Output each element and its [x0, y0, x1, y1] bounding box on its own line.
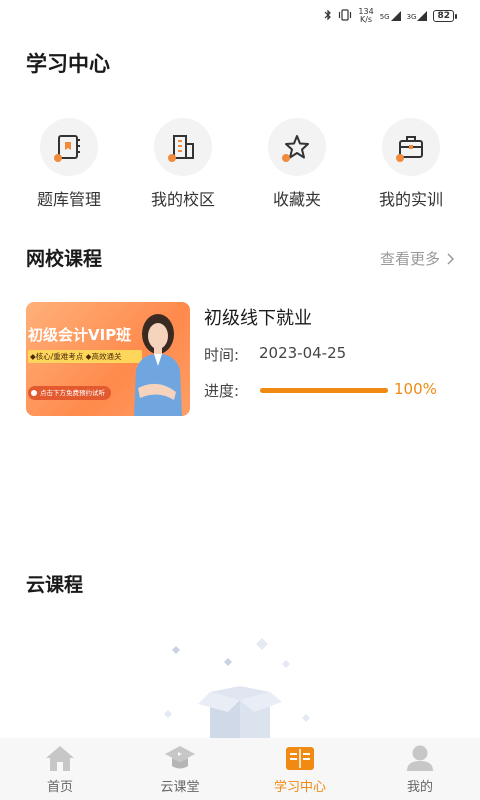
course-time-label: 时间:: [204, 346, 240, 364]
chevron-right-icon: [447, 252, 454, 265]
open-book-icon: [284, 742, 316, 774]
network-speed: 134 K/s: [358, 8, 373, 24]
net-speed-unit: K/s: [359, 15, 373, 24]
thumbnail-tagline: ◆核心/重难考点 ◆高效通关: [28, 350, 142, 363]
graduation-cap-icon: [164, 742, 196, 774]
tab-profile[interactable]: 我的: [360, 738, 480, 800]
signal-bars-icon: [417, 11, 428, 21]
cloud-courses-title: 云课程: [26, 574, 84, 596]
bottom-tab-bar: 首页 云课堂 学习中心 我的: [0, 738, 480, 800]
course-name: 初级线下就业: [204, 308, 312, 329]
quick-entry-label: 收藏夹: [272, 190, 321, 209]
signal-3g: 3G: [407, 11, 428, 21]
progress-bar-fill: [260, 388, 388, 393]
quick-entry-my-training[interactable]: 我的实训: [361, 118, 461, 210]
see-more-link[interactable]: 查看更多: [380, 248, 454, 269]
question-bank-icon: [40, 118, 98, 176]
battery-icon: 82: [433, 10, 457, 22]
profile-icon: [404, 742, 436, 774]
quick-entry-favorites[interactable]: 收藏夹: [247, 118, 347, 210]
progress-bar: [260, 388, 388, 393]
vibrate-icon: [338, 9, 352, 23]
tab-label: 我的: [406, 780, 433, 795]
quick-entry-label: 题库管理: [36, 190, 101, 209]
see-more-label: 查看更多: [379, 250, 440, 268]
signal-bars-icon: [390, 11, 401, 21]
course-thumbnail: 初级会计VIP班 ◆核心/重难考点 ◆高效通关 点击下方免费预约试听: [26, 302, 190, 416]
tab-learning-center[interactable]: 学习中心: [240, 738, 360, 800]
thumbnail-button: 点击下方免费预约试听: [28, 386, 111, 400]
tab-label: 学习中心: [273, 780, 326, 795]
quick-entry-row: 题库管理 我的校区 收藏夹 我的实训: [0, 118, 480, 210]
quick-entry-label: 我的校区: [150, 190, 215, 209]
progress-value: 100%: [394, 380, 437, 398]
empty-box-illustration: [164, 638, 310, 740]
status-bar: 134 K/s 5G 3G 82: [0, 0, 480, 34]
tab-label: 云课堂: [160, 780, 200, 795]
campus-building-icon: [154, 118, 212, 176]
star-icon: [268, 118, 326, 176]
online-courses-title: 网校课程: [26, 248, 103, 270]
home-icon: [44, 742, 76, 774]
signal-5g-label: 5G: [379, 13, 390, 21]
battery-level: 82: [437, 11, 450, 21]
course-time-value: 2023-04-25: [259, 344, 347, 362]
tab-cloud-classroom[interactable]: 云课堂: [120, 738, 240, 800]
status-icons: 134 K/s 5G 3G 82: [324, 8, 457, 24]
course-card[interactable]: 初级会计VIP班 ◆核心/重难考点 ◆高效通关 点击下方免费预约试听 初级线下就…: [26, 302, 456, 418]
tab-home[interactable]: 首页: [0, 738, 120, 800]
signal-5g: 5G: [380, 11, 401, 21]
teacher-photo: [134, 314, 182, 416]
quick-entry-label: 我的实训: [378, 190, 443, 209]
bluetooth-icon: [324, 9, 332, 23]
briefcase-icon: [382, 118, 440, 176]
course-progress-label: 进度:: [204, 382, 240, 400]
quick-entry-question-bank[interactable]: 题库管理: [19, 118, 119, 210]
tab-label: 首页: [46, 780, 73, 795]
quick-entry-my-campus[interactable]: 我的校区: [133, 118, 233, 210]
page-title: 学习中心: [26, 52, 110, 76]
thumbnail-title: 初级会计VIP班: [28, 326, 132, 344]
signal-3g-label: 3G: [406, 13, 417, 21]
